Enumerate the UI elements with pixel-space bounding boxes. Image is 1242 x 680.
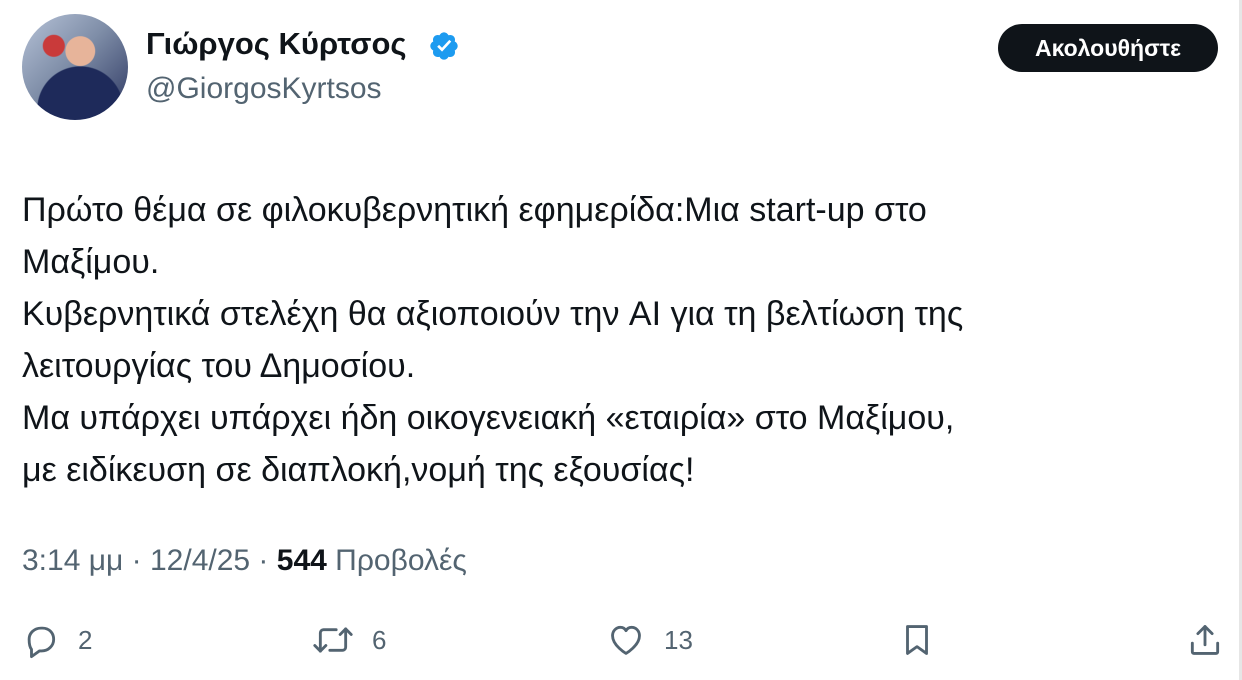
tweet-line: Μα υπάρχει υπάρχει ήδη οικογενειακή «ετα… <box>22 399 955 437</box>
display-name[interactable]: Γιώργος Κύρτσος <box>146 26 407 62</box>
bookmark-button[interactable] <box>898 616 936 664</box>
share-button[interactable] <box>1186 616 1224 664</box>
tweet-line: Μαξίμου. <box>22 243 160 281</box>
reply-count: 2 <box>78 624 93 655</box>
meta-separator: · <box>258 544 269 577</box>
retweet-button[interactable]: 6 <box>312 616 386 664</box>
views-label: Προβολές <box>335 544 467 577</box>
meta-separator: · <box>131 544 142 577</box>
heart-icon <box>611 625 641 655</box>
retweet-count: 6 <box>372 624 387 655</box>
tweet-date[interactable]: 12/4/25 <box>150 544 250 577</box>
avatar[interactable] <box>22 14 128 120</box>
bookmark-icon <box>906 625 928 655</box>
like-count: 13 <box>664 624 693 655</box>
views-count: 544 <box>276 544 327 577</box>
tweet-line: με ειδίκευση σε διαπλοκή,νομή της εξουσί… <box>22 451 695 489</box>
reply-button[interactable]: 2 <box>22 616 92 664</box>
reply-icon <box>27 626 56 659</box>
tweet-line: λειτουργίας του Δημοσίου. <box>22 347 416 385</box>
like-button[interactable]: 13 <box>606 616 693 664</box>
tweet-time[interactable]: 3:14 μμ <box>22 544 123 577</box>
share-icon <box>1190 625 1220 655</box>
tweet-text: Πρώτο θέμα σε φιλοκυβερνητική εφημερίδα:… <box>22 184 1212 496</box>
verified-badge-icon <box>430 32 458 60</box>
user-handle[interactable]: @GiorgosKyrtsos <box>146 72 382 106</box>
tweet-line: Κυβερνητικά στελέχη θα αξιοποιούν την AI… <box>22 295 964 333</box>
tweet-meta: 3:14 μμ · 12/4/25 · 544 Προβολές <box>22 544 467 578</box>
follow-button[interactable]: Ακολουθήστε <box>998 24 1218 72</box>
retweet-icon <box>313 627 353 653</box>
tweet-line: Πρώτο θέμα σε φιλοκυβερνητική εφημερίδα:… <box>22 191 927 229</box>
